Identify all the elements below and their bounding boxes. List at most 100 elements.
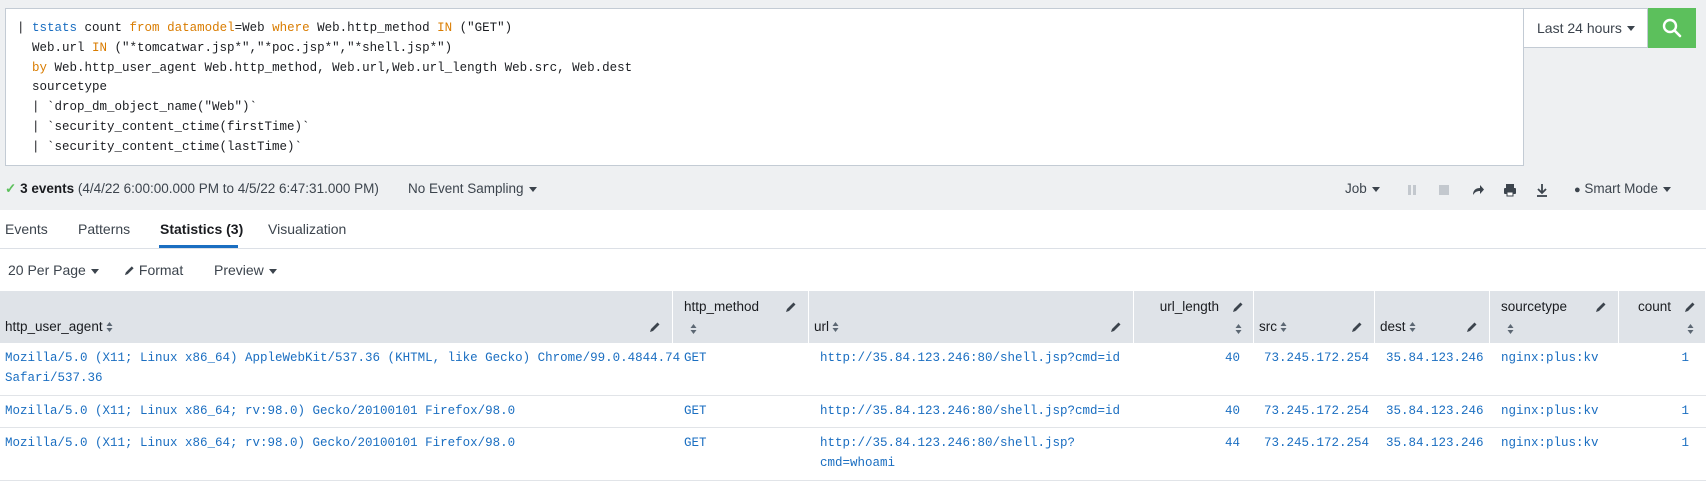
column-header-src[interactable]: src: [1254, 291, 1375, 343]
search-button[interactable]: [1648, 8, 1696, 48]
edit-column-icon[interactable]: [649, 321, 661, 333]
table-row: Mozilla/5.0 (X11; Linux x86_64; rv:98.0)…: [0, 428, 1706, 481]
query-line: | `security_content_ctime(lastTime)`: [17, 138, 1523, 158]
query-token: by: [32, 60, 48, 75]
edit-column-icon[interactable]: [1684, 301, 1696, 313]
chevron-down-icon: [90, 268, 99, 274]
edit-column-icon[interactable]: [1232, 301, 1244, 313]
sort-icon[interactable]: [1409, 321, 1416, 333]
sort-icon[interactable]: [690, 323, 697, 335]
event-count: 3 events: [20, 181, 75, 196]
query-token: [17, 61, 32, 75]
pause-icon[interactable]: [1404, 182, 1420, 198]
cell-url[interactable]: http://35.84.123.246:80/shell.jsp? cmd=wh…: [820, 433, 1075, 473]
preview-label: Preview: [214, 262, 264, 278]
sort-control[interactable]: [1232, 321, 1242, 336]
table-header: http_user_agent http_method url url_length s…: [0, 291, 1706, 343]
column-header-dest[interactable]: dest: [1375, 291, 1490, 343]
per-page-dropdown[interactable]: 20 Per Page: [8, 262, 99, 278]
query-token: datamodel: [167, 21, 235, 35]
query-token: Web.http_user_agent Web.http_method, Web…: [47, 60, 633, 75]
cell-url[interactable]: http://35.84.123.246:80/shell.jsp?cmd=id: [820, 401, 1120, 421]
sort-control[interactable]: [1504, 321, 1514, 336]
stop-icon[interactable]: [1436, 182, 1452, 198]
column-header-label: http_method: [684, 299, 760, 314]
results-tabs: Events Patterns Statistics (3) Visualiza…: [0, 210, 1706, 249]
cell-sourcetype[interactable]: nginx:plus:kv: [1501, 401, 1599, 421]
time-range-picker[interactable]: Last 24 hours: [1524, 8, 1648, 48]
sort-icon[interactable]: [832, 321, 839, 333]
time-range-label: Last 24 hours: [1537, 20, 1622, 36]
cell-sourcetype[interactable]: nginx:plus:kv: [1501, 348, 1599, 368]
cell-src[interactable]: 73.245.172.254: [1264, 348, 1369, 368]
cell-url[interactable]: http://35.84.123.246:80/shell.jsp?cmd=id: [820, 348, 1120, 368]
cell-sourcetype[interactable]: nginx:plus:kv: [1501, 433, 1599, 453]
tab-visualization[interactable]: Visualization: [268, 221, 346, 237]
time-span: (4/4/22 6:00:00.000 PM to 4/5/22 6:47:31…: [77, 181, 379, 196]
format-label: Format: [138, 262, 184, 278]
magnifier-icon: [1662, 18, 1682, 38]
preview-dropdown[interactable]: Preview: [214, 262, 277, 278]
sort-icon[interactable]: [1507, 323, 1514, 335]
cell-count[interactable]: 1: [1619, 348, 1689, 368]
query-line: by Web.http_user_agent Web.http_method, …: [17, 59, 1523, 79]
table-row: Mozilla/5.0 (X11; Linux x86_64) AppleWeb…: [0, 343, 1706, 396]
query-line: | `drop_dm_object_name("Web")`: [17, 98, 1523, 118]
cell-url-length[interactable]: 44: [1134, 433, 1240, 453]
sort-icon[interactable]: [1235, 323, 1242, 335]
search-query-editor[interactable]: | tstats count from datamodel=Web where …: [5, 8, 1524, 166]
print-icon[interactable]: [1502, 182, 1518, 198]
column-header-count[interactable]: count: [1619, 291, 1706, 343]
tab-statistics[interactable]: Statistics (3): [160, 221, 243, 237]
cell-url-length[interactable]: 40: [1134, 401, 1240, 421]
edit-column-icon[interactable]: [1595, 301, 1607, 313]
cell-count[interactable]: 1: [1619, 401, 1689, 421]
job-status-bar: ✓ 3 events (4/4/22 6:00:00.000 PM to 4/5…: [0, 178, 1706, 200]
column-header-url[interactable]: url: [809, 291, 1134, 343]
cell-http-user-agent[interactable]: Mozilla/5.0 (X11; Linux x86_64; rv:98.0)…: [5, 401, 515, 421]
event-sampling-dropdown[interactable]: No Event Sampling: [408, 181, 537, 196]
sort-icon[interactable]: [106, 321, 113, 333]
query-token: | `drop_dm_object_name("Web")`: [17, 100, 258, 115]
share-icon[interactable]: [1470, 182, 1486, 198]
job-status: ✓ 3 events (4/4/22 6:00:00.000 PM to 4/5…: [5, 181, 379, 197]
edit-column-icon[interactable]: [1466, 321, 1478, 333]
query-token: [160, 21, 168, 35]
edit-column-icon[interactable]: [1351, 321, 1363, 333]
cell-dest[interactable]: 35.84.123.246: [1386, 433, 1484, 453]
cell-dest[interactable]: 35.84.123.246: [1386, 401, 1484, 421]
tab-patterns[interactable]: Patterns: [78, 221, 130, 237]
column-header-sourcetype[interactable]: sourcetype: [1490, 291, 1619, 343]
sort-control[interactable]: [687, 321, 697, 336]
sort-control[interactable]: [1684, 321, 1694, 336]
tab-events[interactable]: Events: [5, 221, 48, 237]
column-header-http-method[interactable]: http_method: [673, 291, 809, 343]
table-toolbar: 20 Per Page Format Preview: [0, 249, 1706, 291]
column-header-url-length[interactable]: url_length: [1134, 291, 1254, 343]
table-row: Mozilla/5.0 (X11; Linux x86_64; rv:98.0)…: [0, 396, 1706, 428]
cell-count[interactable]: 1: [1619, 433, 1689, 453]
edit-column-icon[interactable]: [1110, 321, 1122, 333]
cell-http-user-agent[interactable]: Mozilla/5.0 (X11; Linux x86_64; rv:98.0)…: [5, 433, 515, 453]
cell-url-length[interactable]: 40: [1134, 348, 1240, 368]
edit-column-icon[interactable]: [785, 301, 797, 313]
cell-http-method[interactable]: GET: [684, 401, 707, 421]
cell-src[interactable]: 73.245.172.254: [1264, 433, 1369, 453]
search-mode-dropdown[interactable]: ● Smart Mode: [1574, 181, 1671, 196]
query-token: | `security_content_ctime(firstTime)`: [17, 119, 310, 134]
sort-icon[interactable]: [1687, 323, 1694, 335]
job-menu[interactable]: Job: [1345, 181, 1380, 196]
format-button[interactable]: Format: [124, 262, 183, 278]
sort-icon[interactable]: [1280, 321, 1287, 333]
chevron-down-icon: [268, 268, 277, 274]
export-icon[interactable]: [1534, 182, 1550, 198]
query-token: from: [129, 21, 160, 35]
cell-http-method[interactable]: GET: [684, 433, 707, 453]
query-token: ("*tomcatwar.jsp*","*poc.jsp*","*shell.j…: [107, 40, 453, 55]
cell-http-user-agent[interactable]: Mozilla/5.0 (X11; Linux x86_64) AppleWeb…: [5, 348, 680, 388]
cell-dest[interactable]: 35.84.123.246: [1386, 348, 1484, 368]
column-header-label: count: [1637, 299, 1671, 314]
column-header-http-user-agent[interactable]: http_user_agent: [0, 291, 673, 343]
cell-http-method[interactable]: GET: [684, 348, 707, 368]
cell-src[interactable]: 73.245.172.254: [1264, 401, 1369, 421]
